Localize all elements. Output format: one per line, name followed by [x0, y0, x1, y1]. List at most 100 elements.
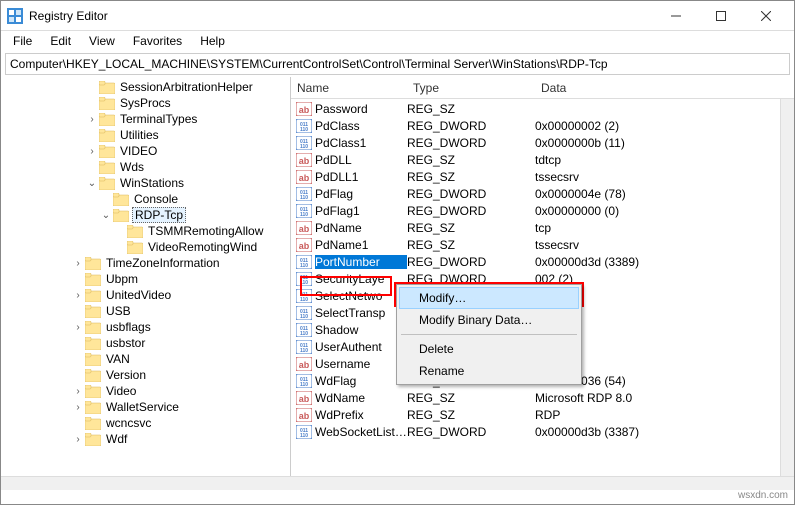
list-row[interactable]: PortNumberREG_DWORD0x00000d3d (3389) — [291, 253, 794, 270]
tree-panel[interactable]: SessionArbitrationHelper SysProcs › Termina… — [1, 77, 291, 490]
tree-item[interactable]: Version — [1, 367, 290, 383]
tree-label: SessionArbitrationHelper — [118, 80, 255, 94]
col-type[interactable]: Type — [407, 81, 535, 95]
tree-item[interactable]: USB — [1, 303, 290, 319]
tree-horizontal-scrollbar[interactable] — [1, 476, 291, 490]
menu-delete[interactable]: Delete — [399, 338, 579, 360]
list-row[interactable]: WdNameREG_SZMicrosoft RDP 8.0 — [291, 389, 794, 406]
tree-item[interactable]: Wds — [1, 159, 290, 175]
folder-icon — [85, 353, 101, 366]
value-data: Microsoft RDP 8.0 — [535, 391, 794, 405]
value-data: tcp — [535, 221, 794, 235]
dword-value-icon — [296, 323, 312, 337]
value-data: 0x00000002 (2) — [535, 119, 794, 133]
menu-favorites[interactable]: Favorites — [125, 32, 190, 50]
menu-view[interactable]: View — [81, 32, 123, 50]
tree-item[interactable]: TSMMRemotingAllow — [1, 223, 290, 239]
tree-item[interactable]: VAN — [1, 351, 290, 367]
maximize-button[interactable] — [698, 2, 743, 30]
expand-icon[interactable]: › — [71, 290, 85, 301]
list-row[interactable]: PdFlag1REG_DWORD0x00000000 (0) — [291, 202, 794, 219]
horizontal-scrollbar[interactable] — [291, 476, 794, 490]
folder-icon — [85, 417, 101, 430]
close-button[interactable] — [743, 2, 788, 30]
list-row[interactable]: WebSocketListe…REG_DWORD0x00000d3b (3387… — [291, 423, 794, 440]
expand-icon[interactable]: › — [71, 322, 85, 333]
tree-item[interactable]: SysProcs — [1, 95, 290, 111]
menu-help[interactable]: Help — [192, 32, 233, 50]
list-row[interactable]: PdDLL1REG_SZtssecsrv — [291, 168, 794, 185]
tree-item[interactable]: ›UnitedVideo — [1, 287, 290, 303]
tree-item[interactable]: ⌄WinStations — [1, 175, 290, 191]
tree-label: Console — [132, 192, 180, 206]
list-row[interactable]: PasswordREG_SZ — [291, 100, 794, 117]
folder-icon — [85, 305, 101, 318]
tree-item[interactable]: Utilities — [1, 127, 290, 143]
minimize-button[interactable] — [653, 2, 698, 30]
tree-item[interactable]: ›TimeZoneInformation — [1, 255, 290, 271]
window-title: Registry Editor — [29, 9, 653, 23]
expand-icon[interactable]: › — [71, 402, 85, 413]
value-data: 0x00000d3d (3389) — [535, 255, 794, 269]
list-row[interactable]: PdNameREG_SZtcp — [291, 219, 794, 236]
value-type: REG_SZ — [407, 153, 535, 167]
list-row[interactable]: WdPrefixREG_SZRDP — [291, 406, 794, 423]
tree-item[interactable]: ›usbflags — [1, 319, 290, 335]
tree-item[interactable]: VideoRemotingWind — [1, 239, 290, 255]
tree-item[interactable]: › VIDEO — [1, 143, 290, 159]
list-row[interactable]: PdFlagREG_DWORD0x0000004e (78) — [291, 185, 794, 202]
menu-modify[interactable]: Modify… — [399, 287, 579, 309]
expand-icon[interactable]: › — [85, 114, 99, 125]
value-name: PortNumber — [315, 255, 407, 269]
menu-rename[interactable]: Rename — [399, 360, 579, 382]
expand-icon[interactable]: › — [71, 386, 85, 397]
tree-item[interactable]: › TerminalTypes — [1, 111, 290, 127]
tree-label: VIDEO — [118, 144, 159, 158]
list-row[interactable]: PdName1REG_SZtssecsrv — [291, 236, 794, 253]
address-text: Computer\HKEY_LOCAL_MACHINE\SYSTEM\Curre… — [10, 57, 608, 71]
tree-label: Version — [104, 368, 148, 382]
dword-value-icon — [296, 187, 312, 201]
menu-modify-binary[interactable]: Modify Binary Data… — [399, 309, 579, 331]
folder-icon — [99, 129, 115, 142]
folder-icon — [99, 161, 115, 174]
tree-item[interactable]: ⌄RDP-Tcp — [1, 207, 290, 223]
value-name: SecurityLaye — [315, 272, 407, 286]
tree-label: Wds — [118, 160, 146, 174]
folder-icon — [85, 273, 101, 286]
tree-label: SysProcs — [118, 96, 173, 110]
list-row[interactable]: PdClassREG_DWORD0x00000002 (2) — [291, 117, 794, 134]
expand-icon[interactable]: › — [71, 258, 85, 269]
tree-item[interactable]: usbstor — [1, 335, 290, 351]
col-data[interactable]: Data — [535, 81, 794, 95]
tree-item[interactable]: wcncsvc — [1, 415, 290, 431]
col-name[interactable]: Name — [291, 81, 407, 95]
string-value-icon — [296, 238, 312, 252]
dword-value-icon — [296, 136, 312, 150]
tree-label: Video — [104, 384, 138, 398]
folder-icon — [85, 369, 101, 382]
menu-edit[interactable]: Edit — [42, 32, 79, 50]
folder-icon — [127, 241, 143, 254]
list-row[interactable]: PdClass1REG_DWORD0x0000000b (11) — [291, 134, 794, 151]
folder-icon — [99, 81, 115, 94]
expand-icon[interactable]: › — [71, 434, 85, 445]
list-row[interactable]: PdDLLREG_SZtdtcp — [291, 151, 794, 168]
tree-label: TerminalTypes — [118, 112, 199, 126]
menu-file[interactable]: File — [5, 32, 40, 50]
collapse-icon[interactable]: ⌄ — [85, 178, 99, 189]
tree-item[interactable]: SessionArbitrationHelper — [1, 79, 290, 95]
tree-item[interactable]: ›Wdf — [1, 431, 290, 447]
value-type: REG_SZ — [407, 102, 535, 116]
tree-label: wcncsvc — [104, 416, 153, 430]
collapse-icon[interactable]: ⌄ — [99, 210, 113, 221]
tree-item[interactable]: Console — [1, 191, 290, 207]
value-name: PdDLL — [315, 153, 407, 167]
tree-item[interactable]: ›WalletService — [1, 399, 290, 415]
address-bar[interactable]: Computer\HKEY_LOCAL_MACHINE\SYSTEM\Curre… — [5, 53, 790, 75]
titlebar: Registry Editor — [1, 1, 794, 31]
tree-item[interactable]: Ubpm — [1, 271, 290, 287]
tree-item[interactable]: › Video — [1, 383, 290, 399]
vertical-scrollbar[interactable] — [780, 99, 794, 476]
expand-icon[interactable]: › — [85, 146, 99, 157]
